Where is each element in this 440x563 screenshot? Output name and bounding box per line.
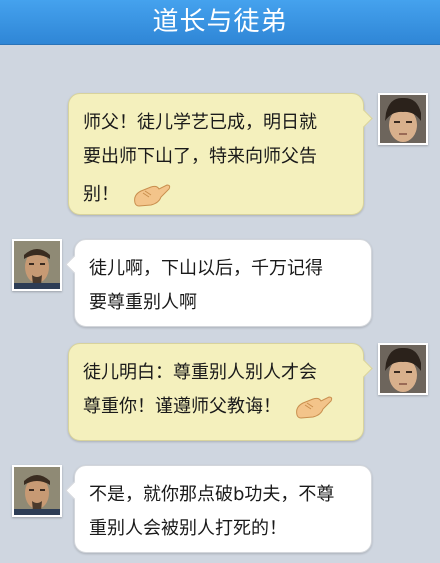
bubble-tail xyxy=(354,359,373,378)
message-line: 尊重你！谨遵师父教诲！ xyxy=(83,392,349,421)
message-text: 别！ xyxy=(83,184,119,205)
master-avatar[interactable] xyxy=(12,239,62,291)
message-line: 重别人会被别人打死的！ xyxy=(89,518,287,539)
chat-area[interactable]: 师父！徒儿学艺已成，明日就 要出师下山了，特来向师父告 别！ 徒儿啊，下山以后，… xyxy=(0,45,440,563)
disciple-face-image xyxy=(380,95,426,143)
message-bubble-disciple[interactable]: 徒儿明白：尊重别人别人才会 尊重你！谨遵师父教诲！ xyxy=(68,343,373,441)
message-text: 尊重你！谨遵师父教诲！ xyxy=(83,396,281,417)
message-line: 不是，就你那点破b功夫，不尊 xyxy=(89,484,335,505)
chat-title: 道长与徒弟 xyxy=(152,7,288,37)
message-bubble-master[interactable]: 不是，就你那点破b功夫，不尊 重别人会被别人打死的！ xyxy=(65,465,372,553)
message-line: 徒儿啊，下山以后，千万记得 xyxy=(89,258,323,279)
message-bubble-disciple[interactable]: 师父！徒儿学艺已成，明日就 要出师下山了，特来向师父告 别！ xyxy=(68,93,373,215)
fist-palm-salute-icon xyxy=(295,396,332,419)
message-line: 师父！徒儿学艺已成，明日就 xyxy=(83,112,317,133)
bubble-tail xyxy=(65,481,84,500)
message-line: 别！ xyxy=(83,180,349,209)
chat-title-bar: 道长与徒弟 xyxy=(0,0,440,45)
master-face-image xyxy=(14,467,60,515)
master-face-image xyxy=(14,241,60,289)
message-line: 要尊重别人啊 xyxy=(89,292,197,313)
message-bubble-master[interactable]: 徒儿啊，下山以后，千万记得 要尊重别人啊 xyxy=(65,239,372,327)
bubble-tail xyxy=(65,255,84,274)
message-line: 徒儿明白：尊重别人别人才会 xyxy=(83,362,317,383)
disciple-avatar[interactable] xyxy=(378,343,428,395)
disciple-face-image xyxy=(380,345,426,393)
disciple-avatar[interactable] xyxy=(378,93,428,145)
bubble-tail xyxy=(354,109,373,128)
message-line: 要出师下山了，特来向师父告 xyxy=(83,146,317,167)
fist-palm-salute-icon xyxy=(133,184,170,207)
master-avatar[interactable] xyxy=(12,465,62,517)
